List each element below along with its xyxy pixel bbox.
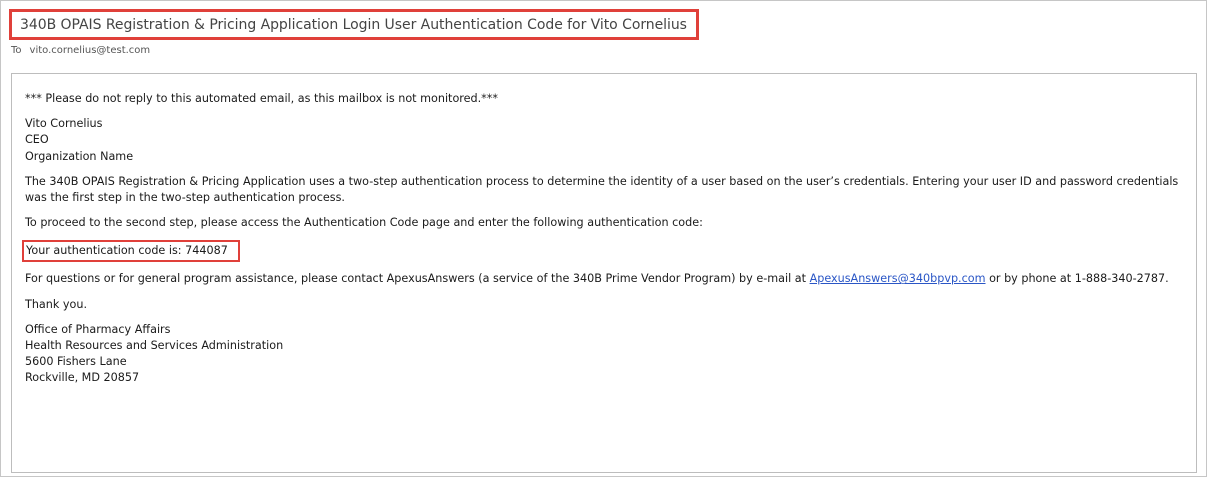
recipient-organization: Organization Name: [25, 149, 134, 163]
thank-you: Thank you.: [25, 297, 88, 311]
subject-highlight-box: 340B OPAIS Registration & Pricing Applic…: [9, 9, 699, 40]
recipient-name: Vito Cornelius: [25, 117, 103, 131]
authentication-code-line: Your authentication code is: 744087: [22, 240, 1183, 263]
contact-text: For questions or for general program ass…: [25, 272, 807, 286]
no-reply-notice: *** Please do not reply to this automate…: [25, 92, 498, 105]
email-subject: 340B OPAIS Registration & Pricing Applic…: [20, 16, 687, 33]
signature-line: 5600 Fishers Lane: [25, 355, 127, 369]
contact-email-link[interactable]: ApexusAnswers@340bpvp.com: [810, 272, 986, 285]
recipient-address[interactable]: vito.cornelius@test.com: [30, 45, 151, 56]
signature-line: Health Resources and Services Administra…: [25, 339, 284, 353]
instruction-paragraph: To proceed to the second step, please ac…: [25, 216, 703, 230]
signature-line: Rockville, MD 20857: [25, 371, 140, 385]
email-window: 340B OPAIS Registration & Pricing Applic…: [0, 0, 1207, 477]
contact-paragraph: For questions or for general program ass…: [25, 271, 1183, 287]
signature-line: Office of Pharmacy Affairs: [25, 322, 171, 336]
recipient-title: CEO: [25, 133, 49, 147]
email-body: *** Please do not reply to this automate…: [11, 73, 1197, 473]
recipient-line: To vito.cornelius@test.com: [11, 45, 150, 56]
contact-phone-text: or by phone at 1-888-340-2787.: [989, 272, 1169, 286]
email-body-content: *** Please do not reply to this automate…: [22, 91, 1183, 387]
intro-paragraph: The 340B OPAIS Registration & Pricing Ap…: [25, 174, 1179, 205]
authentication-code-highlight: Your authentication code is: 744087: [22, 240, 240, 263]
to-label: To: [11, 45, 22, 56]
